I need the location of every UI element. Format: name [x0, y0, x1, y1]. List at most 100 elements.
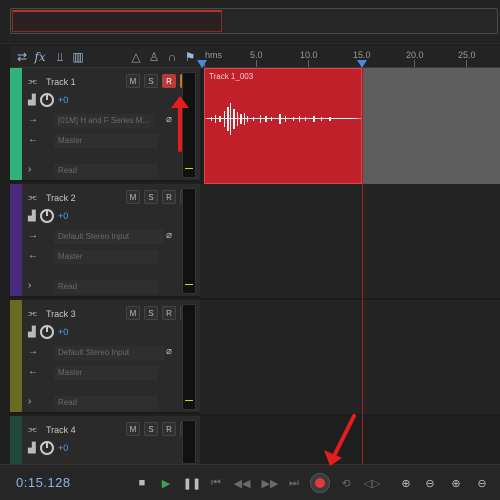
volume-icon: ▟ [28, 443, 36, 454]
mute-button[interactable]: M [126, 422, 140, 436]
effects-icon[interactable]: fx [32, 49, 48, 65]
marker-flag-icon[interactable]: ⚑ [182, 49, 198, 65]
time-display[interactable]: 0:15.128 [16, 475, 71, 490]
ruler-label: 20.0 [406, 50, 424, 60]
eq-icon[interactable]: ▥ [70, 49, 86, 65]
waveform-track-icon: ⫘ [28, 76, 37, 87]
waveform-track-icon: ⫘ [28, 424, 37, 435]
track-name[interactable]: Track 1 [46, 77, 76, 87]
solo-button[interactable]: S [144, 190, 158, 204]
inputs-outputs-icon[interactable]: ⇄ [14, 49, 30, 65]
bell-icon[interactable]: ♙ [146, 49, 162, 65]
input-arrow-icon: → [28, 346, 38, 357]
rewind-button[interactable]: ◀◀ [232, 473, 252, 493]
zoom-in-time-icon[interactable]: ⊕ [446, 473, 466, 493]
playhead-line[interactable] [362, 68, 363, 464]
fast-forward-button[interactable]: ▶▶ [260, 473, 280, 493]
track-lane[interactable] [200, 300, 500, 414]
record-arm-button[interactable]: R [162, 306, 176, 320]
play-button[interactable]: ▶ [156, 473, 176, 493]
solo-button[interactable]: S [144, 74, 158, 88]
volume-control[interactable]: +0 [40, 209, 68, 223]
expand-chevron-icon[interactable]: › [28, 396, 31, 407]
volume-value[interactable]: +0 [58, 327, 68, 337]
solo-button[interactable]: S [144, 306, 158, 320]
automation-mode-select[interactable]: Read [54, 280, 158, 294]
overview-selection[interactable] [12, 10, 222, 32]
track-header-toolbar: ⇄ fx ⫫ ▥ △ ♙ ∩ ⚑ [10, 46, 200, 68]
clip-extension[interactable] [362, 68, 500, 184]
output-select[interactable]: Master [54, 134, 158, 148]
track-header: ⫘ Track 3 M S R I ▟ +0 → Default Stereo … [10, 300, 200, 414]
track-header: ⫘ Track 4 M S R I ▟ +0 [10, 416, 200, 464]
level-meter [182, 420, 196, 464]
volume-value[interactable]: +0 [58, 95, 68, 105]
zoom-in-amplitude-icon[interactable]: ⊕ [396, 473, 416, 493]
track-color-bar [10, 416, 22, 464]
record-arm-button[interactable]: R [162, 190, 176, 204]
metronome-icon[interactable]: △ [128, 49, 144, 65]
audio-clip[interactable]: Track 1_003 [204, 68, 362, 184]
solo-button[interactable]: S [144, 422, 158, 436]
phase-invert-icon[interactable]: ⌀ [166, 230, 172, 241]
volume-control[interactable]: +0 [40, 93, 68, 107]
input-arrow-icon: → [28, 230, 38, 241]
volume-value[interactable]: +0 [58, 211, 68, 221]
loop-button[interactable]: ⟲ [336, 473, 356, 493]
zoom-out-time-icon[interactable]: ⊖ [472, 473, 492, 493]
volume-control[interactable]: +0 [40, 441, 68, 455]
pause-button[interactable]: ❚❚ [182, 473, 202, 493]
overview-strip [0, 0, 500, 44]
transport-bar: 0:15.128 ■ ▶ ❚❚ ⏮ ◀◀ ▶▶ ⏭ ⟲ ◁▷ ⊕ ⊖ ⊕ ⊖ [0, 464, 500, 500]
stop-button[interactable]: ■ [132, 473, 152, 493]
waveform-track-icon: ⫘ [28, 308, 37, 319]
mute-button[interactable]: M [126, 306, 140, 320]
input-select[interactable]: Default Stereo Input [54, 346, 164, 360]
input-select[interactable]: [01M] H and F Series M... [54, 114, 154, 128]
go-to-end-button[interactable]: ⏭ [284, 473, 304, 493]
time-ruler[interactable]: hms 5.0 10.0 15.0 20.0 25.0 [197, 46, 500, 68]
ruler-label: 10.0 [300, 50, 318, 60]
mute-button[interactable]: M [126, 74, 140, 88]
volume-knob[interactable] [40, 325, 54, 339]
record-button[interactable] [310, 473, 330, 493]
annotation-arrow-down-icon [324, 414, 356, 466]
automation-mode-select[interactable]: Read [54, 164, 158, 178]
mute-button[interactable]: M [126, 190, 140, 204]
track-name[interactable]: Track 2 [46, 193, 76, 203]
level-meter [182, 304, 196, 410]
volume-knob[interactable] [40, 93, 54, 107]
annotation-arrow-up-icon [171, 96, 189, 152]
multitrack-editor: ⇄ fx ⫫ ▥ △ ♙ ∩ ⚑ hms 5.0 10.0 15.0 20.0 … [0, 0, 500, 500]
volume-icon: ▟ [28, 327, 36, 338]
expand-chevron-icon[interactable]: › [28, 164, 31, 175]
output-arrow-icon: ← [28, 250, 38, 261]
track-lane[interactable] [200, 184, 500, 298]
track-name[interactable]: Track 3 [46, 309, 76, 319]
input-arrow-icon: → [28, 114, 38, 125]
ruler-label: 5.0 [250, 50, 263, 60]
sends-icon[interactable]: ⫫ [52, 49, 68, 65]
phase-invert-icon[interactable]: ⌀ [166, 346, 172, 357]
output-select[interactable]: Master [54, 366, 158, 380]
volume-knob[interactable] [40, 441, 54, 455]
volume-control[interactable]: +0 [40, 325, 68, 339]
ruler-tick [256, 60, 257, 67]
record-arm-button[interactable]: R [162, 422, 176, 436]
go-to-start-button[interactable]: ⏮ [206, 473, 226, 493]
timeline-area[interactable]: Track 1_003 [200, 68, 500, 464]
headphones-icon[interactable]: ∩ [164, 49, 180, 65]
volume-knob[interactable] [40, 209, 54, 223]
volume-value[interactable]: +0 [58, 443, 68, 453]
automation-mode-select[interactable]: Read [54, 396, 158, 410]
volume-icon: ▟ [28, 211, 36, 222]
skip-selection-button[interactable]: ◁▷ [362, 473, 382, 493]
record-arm-button[interactable]: R [162, 74, 176, 88]
clip-label: Track 1_003 [209, 72, 254, 81]
record-dot-icon [315, 478, 325, 488]
track-name[interactable]: Track 4 [46, 425, 76, 435]
zoom-out-amplitude-icon[interactable]: ⊖ [420, 473, 440, 493]
output-select[interactable]: Master [54, 250, 158, 264]
input-select[interactable]: Default Stereo Input [54, 230, 164, 244]
expand-chevron-icon[interactable]: › [28, 280, 31, 291]
